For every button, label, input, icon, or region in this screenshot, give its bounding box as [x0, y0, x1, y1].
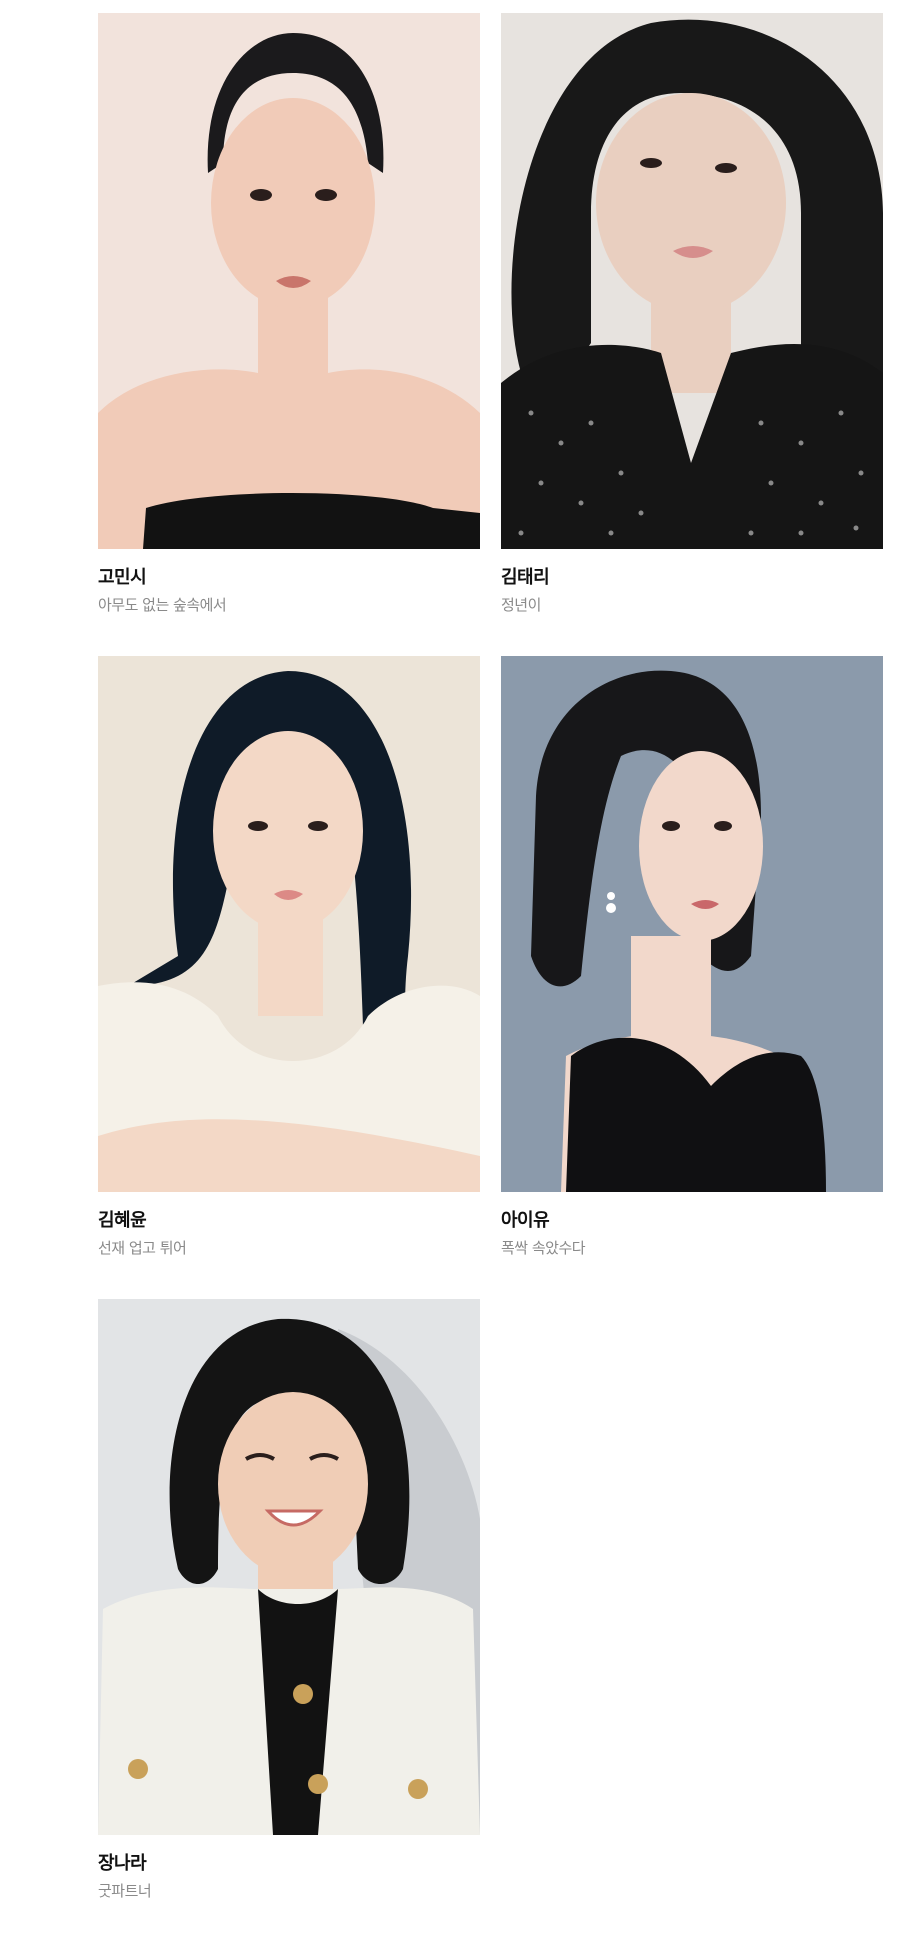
cast-name[interactable]: 김태리 [501, 566, 883, 590]
profile-photo[interactable] [98, 13, 480, 549]
portrait-image [98, 1299, 480, 1835]
portrait-image [98, 656, 480, 1192]
cast-grid: 고민시 아무도 없는 숲속에서 김태리 정년이 김혜윤 선재 업고 튀어 아이유… [98, 13, 884, 1902]
profile-photo[interactable] [98, 656, 480, 1192]
right-eye [308, 821, 328, 831]
button [408, 1779, 428, 1799]
face [596, 93, 786, 313]
left-eye [662, 821, 680, 831]
cast-work-title: 정년이 [501, 596, 541, 614]
cast-name[interactable]: 아이유 [501, 1209, 883, 1233]
earring [606, 903, 616, 913]
cast-name[interactable]: 고민시 [98, 566, 480, 590]
cast-card[interactable]: 아이유 폭싹 속았수다 [501, 656, 883, 1259]
earring [607, 892, 615, 900]
profile-photo[interactable] [501, 656, 883, 1192]
cast-work-title: 폭싹 속았수다 [501, 1239, 586, 1257]
cast-work-title: 아무도 없는 숲속에서 [98, 596, 227, 614]
left-eye [248, 821, 268, 831]
profile-photo[interactable] [501, 13, 883, 549]
cast-work-title: 굿파트너 [98, 1882, 152, 1900]
cast-work-title: 선재 업고 튀어 [98, 1239, 187, 1257]
cast-card[interactable]: 고민시 아무도 없는 숲속에서 [98, 13, 480, 616]
cast-card[interactable]: 김혜윤 선재 업고 튀어 [98, 656, 480, 1259]
face [218, 1392, 368, 1576]
face [213, 731, 363, 931]
portrait-image [98, 13, 480, 549]
portrait-image [501, 656, 883, 1192]
button [308, 1774, 328, 1794]
cast-card[interactable]: 장나라 굿파트너 [98, 1299, 480, 1902]
cast-card[interactable]: 김태리 정년이 [501, 13, 883, 616]
cast-name[interactable]: 장나라 [98, 1852, 480, 1876]
face [639, 751, 763, 941]
portrait-image [501, 13, 883, 549]
profile-photo[interactable] [98, 1299, 480, 1835]
right-eye [714, 821, 732, 831]
button [293, 1684, 313, 1704]
button [128, 1759, 148, 1779]
left-eye [250, 189, 272, 201]
cast-name[interactable]: 김혜윤 [98, 1209, 480, 1233]
right-eye [315, 189, 337, 201]
left-eye [640, 158, 662, 168]
right-eye [715, 163, 737, 173]
